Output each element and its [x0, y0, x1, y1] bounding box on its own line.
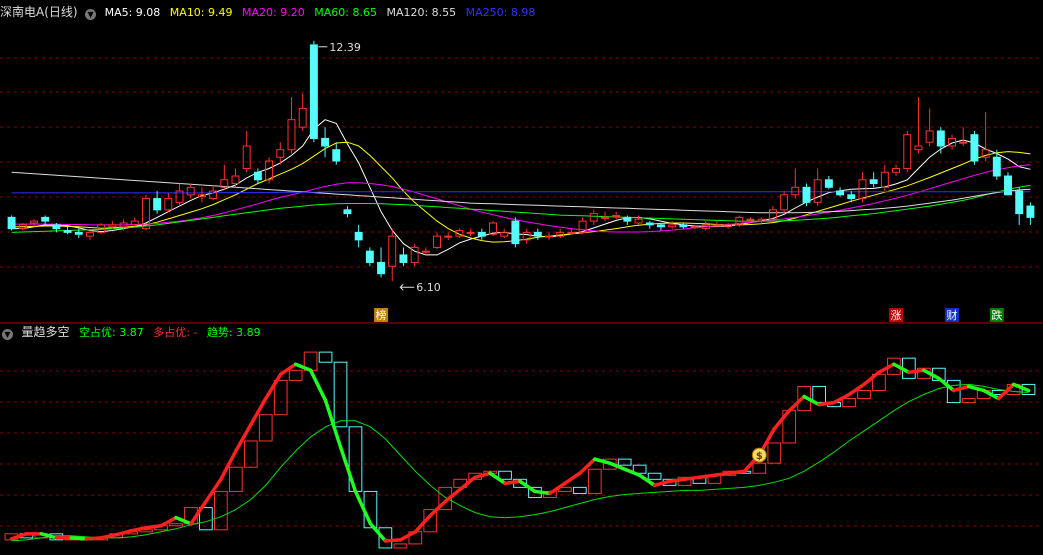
bull-bear-segment	[533, 489, 552, 496]
candle-body	[309, 44, 318, 139]
event-marker: 财	[945, 308, 960, 322]
candle-body	[992, 156, 1001, 177]
candle-body	[253, 171, 262, 181]
trend-value: 趋势: 3.89	[206, 326, 261, 339]
indicator-header: ▼ 量趋多空 空占优: 3.87 多占优: - 趋势: 3.89	[0, 324, 267, 340]
candle-body	[321, 137, 330, 147]
candle-body	[399, 254, 408, 263]
bull-bear-segment	[84, 536, 103, 541]
high-price-label: 12.39	[329, 41, 361, 54]
candle	[802, 183, 811, 207]
candle-body	[421, 250, 430, 253]
ma60-value: MA60: 8.65	[314, 6, 377, 19]
candle-body	[847, 194, 856, 200]
indicator-title[interactable]: 量趋多空	[22, 325, 70, 339]
ma20-value: MA20: 9.20	[242, 6, 305, 19]
candle-body	[936, 130, 945, 147]
candle-body	[466, 231, 475, 234]
event-marker: 跌	[989, 308, 1004, 322]
candle-body	[802, 186, 811, 203]
candle-body	[511, 220, 520, 245]
ma5-value: MA5: 9.08	[104, 6, 161, 19]
candle-body	[836, 190, 845, 196]
bull-bear-segment	[697, 473, 717, 480]
chevron-down-icon[interactable]: ▼	[2, 329, 13, 340]
bull-bear-segment	[503, 479, 522, 486]
bull-bear-segment	[907, 368, 926, 375]
candle-body	[679, 224, 688, 228]
event-marker-label: 榜	[376, 308, 387, 322]
bull-bear-segment	[667, 477, 687, 484]
event-marker: 涨	[889, 308, 904, 322]
low-price-label: 6.10	[416, 281, 441, 294]
candle-body	[612, 214, 621, 217]
candle-body	[656, 224, 665, 228]
candle-body	[477, 231, 486, 237]
candle-body	[746, 218, 755, 221]
candle-body	[41, 216, 50, 222]
candle-body	[545, 235, 553, 238]
candle-body	[343, 209, 352, 215]
candle-body	[869, 179, 878, 185]
bull-dominance-value: 多占优: -	[153, 326, 198, 339]
candle	[1004, 172, 1012, 196]
candle-body	[1004, 175, 1012, 196]
event-marker: 榜	[374, 308, 389, 322]
candle-body	[600, 216, 609, 219]
event-marker-label: 涨	[891, 309, 902, 322]
chevron-down-icon[interactable]: ▼	[85, 9, 97, 20]
event-marker-label: 跌	[991, 308, 1002, 322]
candle-body	[970, 134, 979, 162]
ma120-value: MA120: 8.55	[386, 6, 457, 19]
candle-body	[153, 198, 162, 211]
dollar-icon-glyph: $	[756, 451, 763, 462]
candle-body	[444, 235, 453, 238]
candle-body	[7, 216, 16, 230]
bull-bear-segment	[383, 538, 403, 543]
candle	[7, 215, 16, 231]
main-chart-header: 深南电A(日线) ▼ MA5: 9.08 MA10: 9.49 MA20: 9.…	[0, 4, 541, 20]
candle-body	[377, 261, 386, 275]
candle-body	[332, 149, 341, 162]
bull-bear-segment	[817, 400, 836, 407]
candle-body	[645, 222, 654, 226]
candle-body	[824, 179, 833, 188]
candle	[511, 217, 520, 248]
bull-bear-segment	[144, 524, 163, 530]
candle-body	[712, 224, 721, 227]
candle	[309, 40, 318, 143]
stock-chart: 12.39 6.10 榜 涨 财 跌 $	[0, 0, 1043, 555]
bull-bear-segment	[69, 536, 89, 541]
bull-bear-segment	[682, 475, 702, 482]
event-marker-label: 财	[947, 308, 958, 322]
ma10-value: MA10: 9.49	[169, 6, 233, 19]
candle-body	[959, 141, 968, 144]
dollar-icon: $	[751, 447, 767, 463]
candle-body	[52, 224, 61, 230]
bull-bear-segment	[727, 469, 747, 476]
candle-body	[354, 231, 363, 241]
candle-body	[1015, 190, 1024, 215]
candle-body	[74, 231, 83, 235]
candle-body	[623, 216, 632, 222]
ma250-value: MA250: 8.98	[465, 6, 536, 19]
candle-body	[365, 250, 374, 263]
stock-title[interactable]: 深南电A(日线)	[0, 5, 78, 19]
candle-body	[690, 226, 699, 229]
candle-body	[1026, 205, 1035, 218]
candle	[970, 130, 979, 165]
candle-body	[533, 231, 542, 237]
bear-dominance-value: 空占优: 3.87	[79, 326, 144, 339]
candle-body	[567, 231, 576, 234]
candle-body	[63, 230, 72, 233]
bull-bear-segment	[712, 471, 732, 478]
